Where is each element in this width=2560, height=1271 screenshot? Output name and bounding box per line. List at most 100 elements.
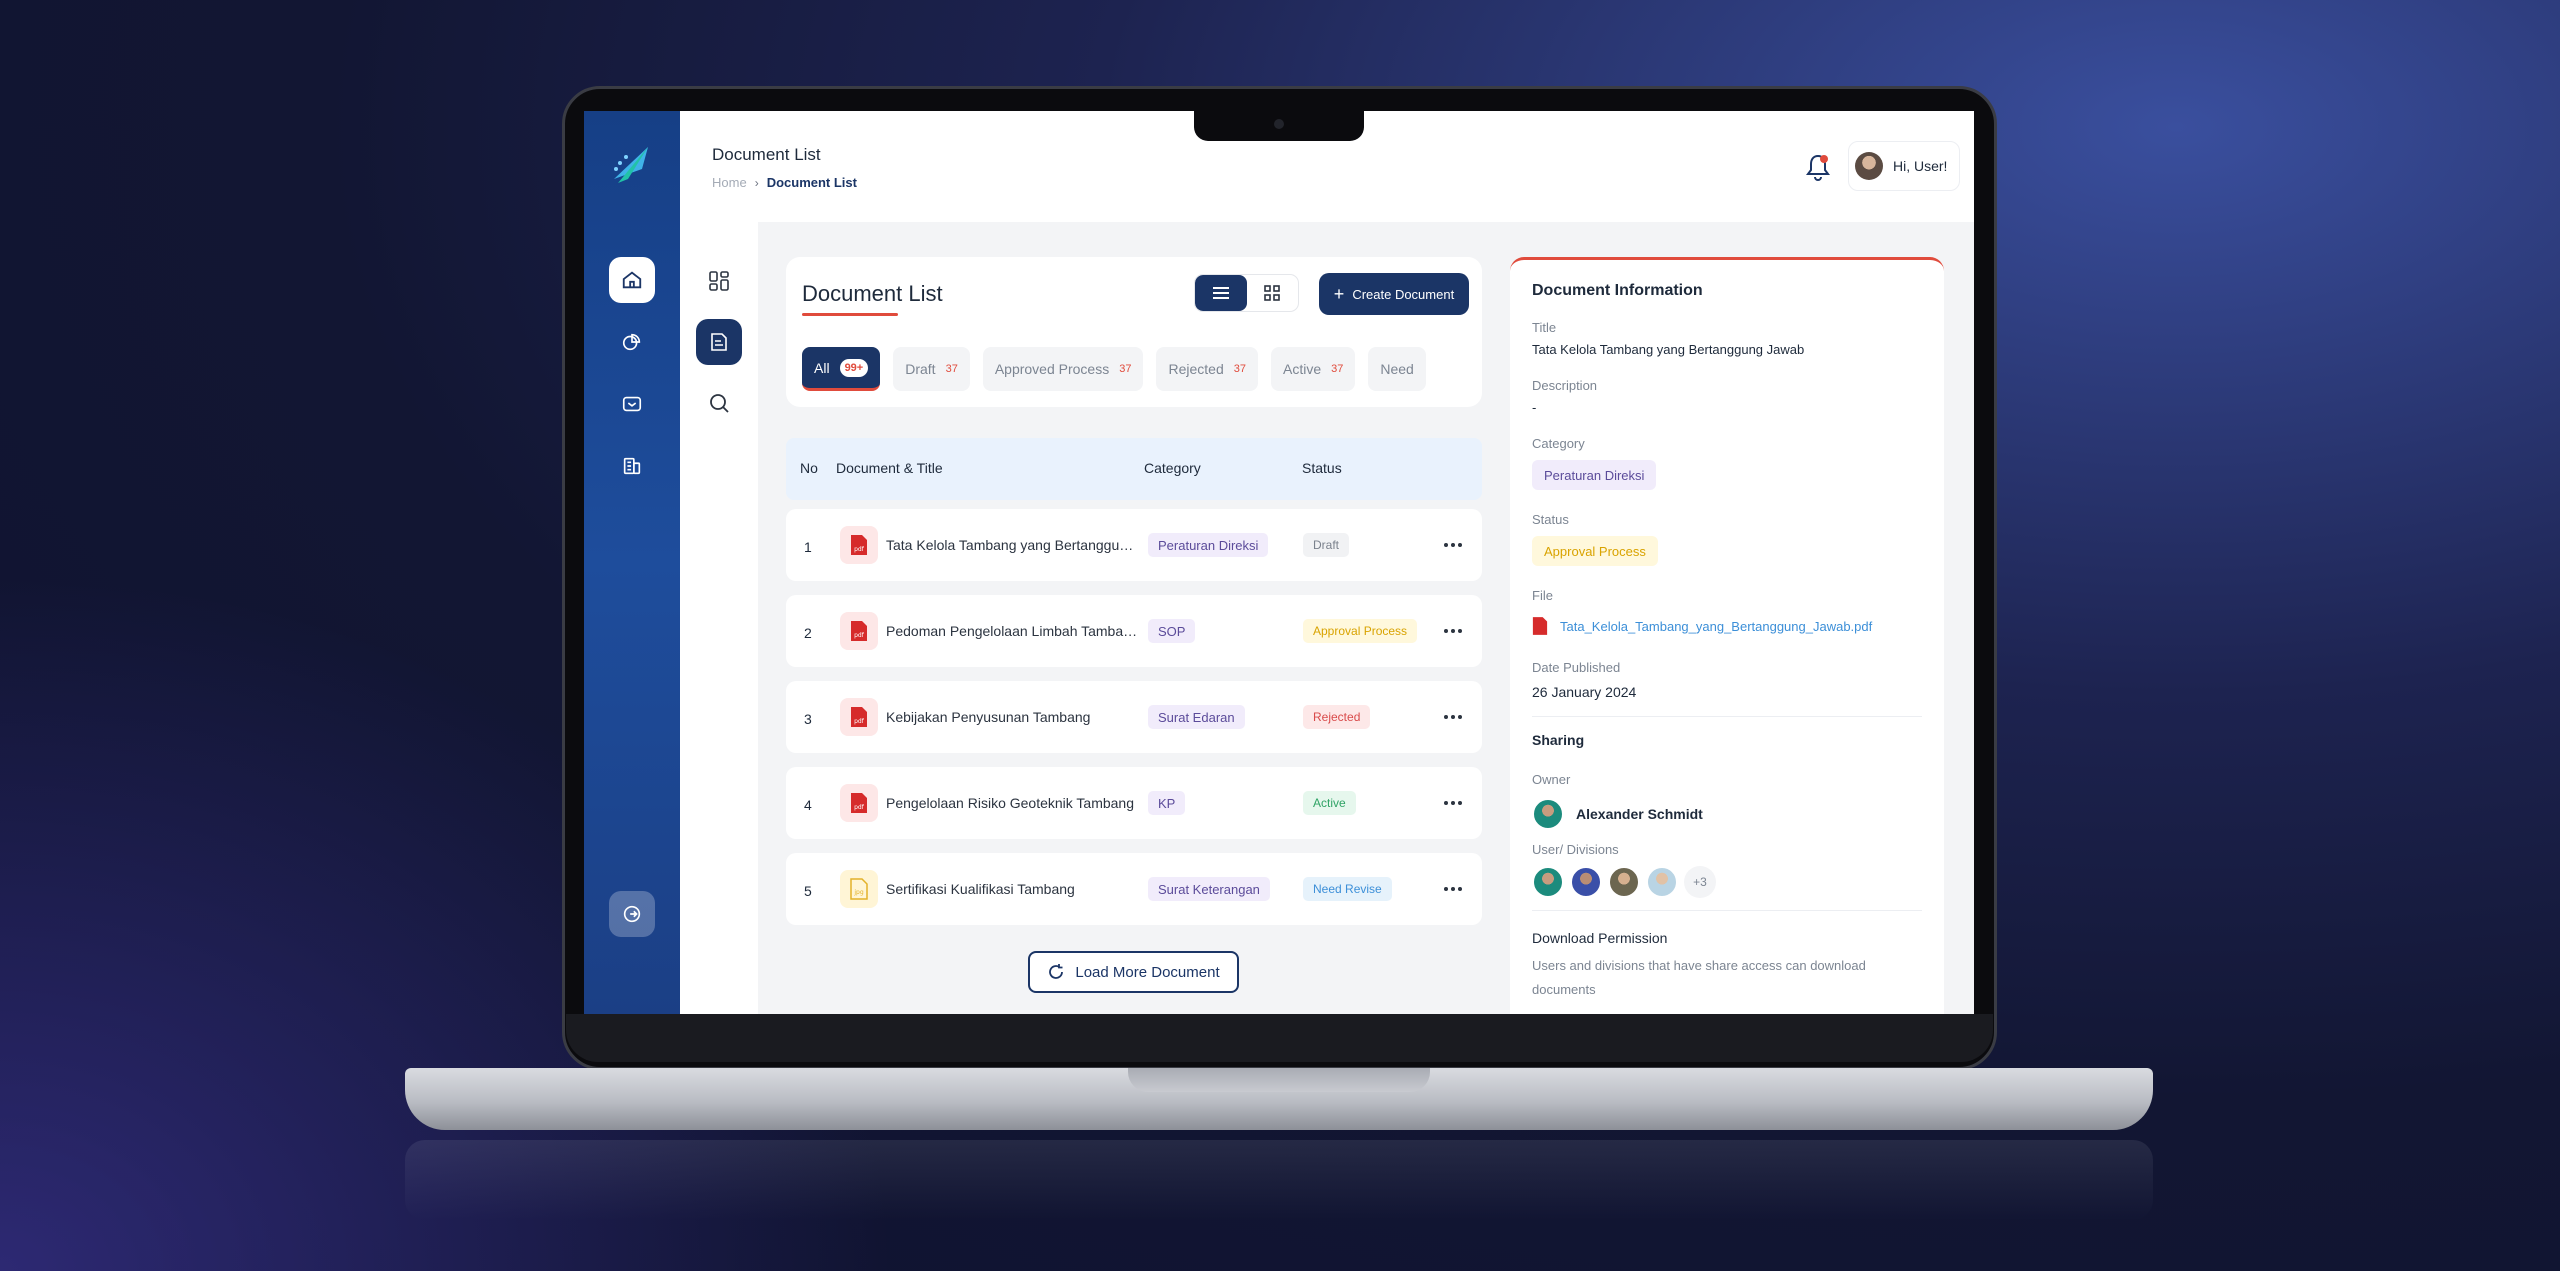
logout-button[interactable]	[609, 891, 655, 937]
chevron-right-icon: ›	[754, 175, 759, 190]
refresh-icon	[1049, 964, 1064, 979]
category-pill: Peraturan Direksi	[1532, 460, 1657, 490]
document-title[interactable]: Pedoman Pengelolaan Limbah Tambang	[886, 623, 1138, 639]
breadcrumb-home[interactable]: Home	[712, 175, 747, 190]
status-tabs: All 99+ Draft 37 Approved Process 37 Rej…	[802, 347, 1466, 395]
more-icon[interactable]	[1444, 707, 1466, 727]
avatar[interactable]	[1608, 866, 1640, 898]
load-more-button[interactable]: Load More Document	[1028, 951, 1239, 993]
nav-inbox[interactable]	[609, 381, 655, 427]
row-number: 3	[804, 711, 812, 727]
load-more-label: Load More Document	[1075, 963, 1220, 981]
tab-label: All	[814, 359, 830, 376]
document-title[interactable]: Tata Kelola Tambang yang Bertanggun...	[886, 537, 1138, 553]
document-list-card: Document List + Create Document All 99+ …	[786, 257, 1482, 407]
grid-view-button[interactable]	[1247, 275, 1299, 311]
column-status: Status	[1302, 460, 1342, 476]
tab-count: 37	[1119, 363, 1132, 375]
document-title[interactable]: Pengelolaan Risiko Geoteknik Tambang	[886, 795, 1138, 811]
date-published-label: Date Published	[1532, 660, 1621, 675]
nav-documents[interactable]	[609, 319, 655, 365]
avatar[interactable]	[1532, 866, 1564, 898]
pdf-file-icon: pdf	[840, 784, 878, 822]
tab-draft[interactable]: Draft 37	[893, 347, 970, 391]
category-badge: KP	[1148, 791, 1186, 815]
svg-text:jpg: jpg	[853, 889, 863, 896]
category-label: Category	[1532, 436, 1585, 451]
status-label: Status	[1532, 512, 1569, 527]
title-underline	[802, 313, 898, 316]
nav-document-list[interactable]	[696, 319, 742, 365]
document-title[interactable]: Sertifikasi Kualifikasi Tambang	[886, 881, 1138, 897]
tab-active[interactable]: Active 37	[1271, 347, 1356, 391]
document-information-panel: Document Information Title Tata Kelola T…	[1510, 257, 1944, 1014]
list-view-button[interactable]	[1195, 275, 1247, 311]
more-icon[interactable]	[1444, 621, 1466, 641]
avatar[interactable]	[1570, 866, 1602, 898]
nav-search[interactable]	[696, 380, 742, 426]
category-badge: SOP	[1148, 619, 1196, 643]
shared-users: +3	[1532, 866, 1716, 898]
file-link[interactable]: Tata_Kelola_Tambang_yang_Bertanggung_Jaw…	[1560, 619, 1872, 634]
tab-need-revise[interactable]: Need	[1368, 347, 1426, 391]
more-users-count[interactable]: +3	[1684, 866, 1716, 898]
tab-approved-process[interactable]: Approved Process 37	[982, 347, 1144, 391]
table-row[interactable]: 1 pdf Tata Kelola Tambang yang Bertanggu…	[786, 509, 1482, 581]
status-badge: Rejected	[1303, 705, 1371, 729]
secondary-sidebar	[680, 222, 758, 1014]
download-permission-title: Download Permission	[1532, 930, 1668, 946]
search-icon	[710, 394, 729, 413]
laptop-reflection	[405, 1140, 2153, 1220]
nav-dashboard[interactable]	[696, 258, 742, 304]
svg-text:pdf: pdf	[854, 632, 865, 639]
title-value: Tata Kelola Tambang yang Bertanggung Jaw…	[1532, 342, 1805, 357]
list-title: Document List	[802, 281, 943, 306]
category-badge: Surat Keterangan	[1148, 877, 1270, 901]
more-icon[interactable]	[1444, 535, 1466, 555]
status-pill: Approval Process	[1532, 536, 1658, 566]
laptop-hinge-groove	[1128, 1068, 1430, 1092]
documents-icon	[622, 333, 641, 351]
logout-icon	[623, 905, 641, 923]
owner-name: Alexander Schmidt	[1576, 806, 1703, 822]
create-document-label: Create Document	[1352, 286, 1455, 302]
user-menu[interactable]: Hi, User!	[1848, 141, 1960, 191]
home-icon	[622, 271, 642, 289]
tab-label: Rejected	[1168, 361, 1224, 377]
bell-icon[interactable]	[1805, 153, 1831, 181]
create-document-button[interactable]: + Create Document	[1319, 273, 1469, 315]
nav-building[interactable]	[609, 443, 655, 489]
row-number: 2	[804, 625, 812, 641]
more-icon[interactable]	[1444, 793, 1466, 813]
avatar[interactable]	[1646, 866, 1678, 898]
avatar	[1855, 152, 1883, 180]
status-badge: Approval Process	[1303, 619, 1418, 643]
tab-count: 99+	[839, 358, 869, 377]
status-badge: Active	[1303, 791, 1356, 815]
sharing-title: Sharing	[1532, 732, 1585, 748]
table-row[interactable]: 5 jpg Sertifikasi Kualifikasi Tambang Su…	[786, 853, 1482, 925]
svg-text:pdf: pdf	[854, 718, 865, 725]
column-document-title: Document & Title	[836, 460, 943, 476]
document-title[interactable]: Kebijakan Penyusunan Tambang	[886, 709, 1138, 725]
tab-count: 37	[945, 363, 958, 375]
camera-icon	[1274, 119, 1284, 129]
file-label: File	[1532, 588, 1553, 603]
nav-home[interactable]	[609, 257, 655, 303]
status-badge: Draft	[1303, 533, 1350, 557]
table-row[interactable]: 4 pdf Pengelolaan Risiko Geoteknik Tamba…	[786, 767, 1482, 839]
tab-label: Active	[1283, 361, 1322, 377]
divider	[1532, 716, 1922, 717]
table-row[interactable]: 2 pdf Pedoman Pengelolaan Limbah Tambang…	[786, 595, 1482, 667]
date-published-value: 26 January 2024	[1532, 684, 1637, 700]
row-number: 5	[804, 883, 812, 899]
table-row[interactable]: 3 pdf Kebijakan Penyusunan Tambang Surat…	[786, 681, 1482, 753]
title-label: Title	[1532, 320, 1557, 335]
pdf-file-icon: pdf	[840, 612, 878, 650]
primary-sidebar	[584, 111, 680, 1014]
tab-label: Approved Process	[994, 361, 1110, 377]
more-icon[interactable]	[1444, 879, 1466, 899]
tab-all[interactable]: All 99+	[802, 347, 881, 391]
file-row: Tata_Kelola_Tambang_yang_Bertanggung_Jaw…	[1532, 616, 1872, 636]
tab-rejected[interactable]: Rejected 37	[1156, 347, 1258, 391]
